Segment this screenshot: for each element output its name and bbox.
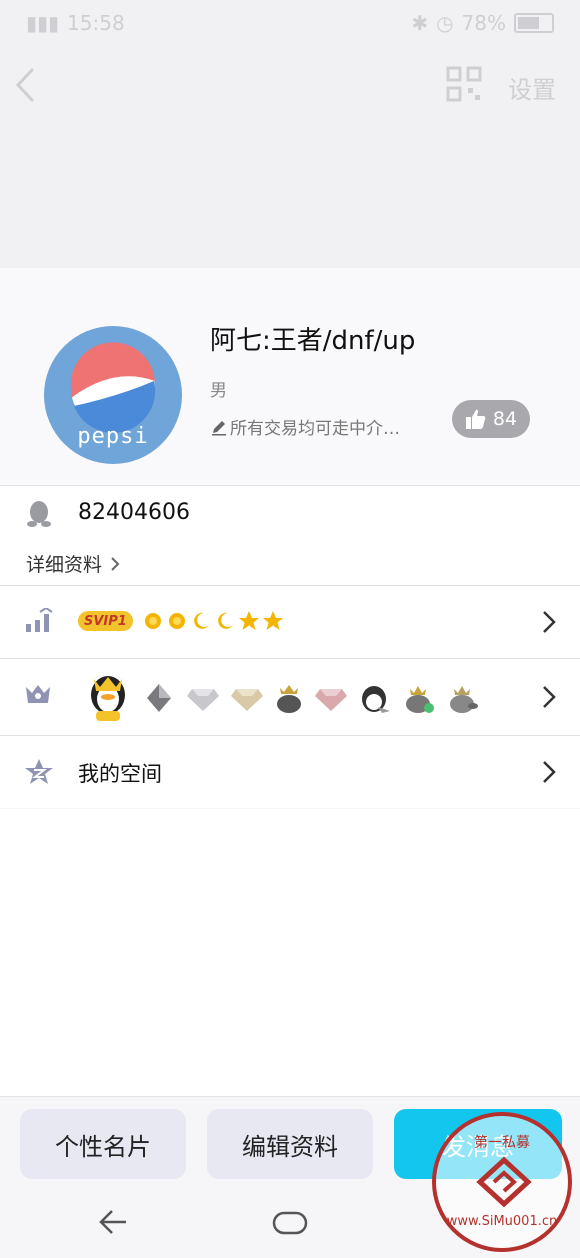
crown-icon [26, 685, 50, 703]
empty-content-area [0, 809, 580, 1096]
qq-info-section: 82404606 详细资料 [0, 486, 580, 585]
chevron-left-icon [15, 68, 34, 102]
signal-icon: ▮▮▮ [26, 11, 60, 35]
chevron-right-icon [543, 686, 556, 708]
svip-badge: SVIP1 [78, 611, 133, 631]
level-up-icon [26, 608, 53, 632]
detail-profile-link[interactable]: 详细资料 [26, 550, 120, 577]
detail-profile-label: 详细资料 [26, 554, 103, 576]
my-space-label: 我的空间 [78, 762, 162, 786]
pencil-icon [212, 420, 226, 435]
vip-level-row[interactable]: SVIP1 [0, 586, 580, 658]
sun-icon [145, 613, 161, 629]
watermark-url: www.SiMu001.cn [446, 1214, 558, 1229]
watermark-top-text: 第一私募 [474, 1135, 530, 1151]
badge-list [84, 673, 480, 723]
battery-percent: 78% [461, 11, 506, 35]
like-button[interactable]: 84 [452, 400, 530, 438]
qzone-star-icon [25, 759, 53, 784]
status-right: ✱ ◷ 78% [411, 11, 554, 35]
gender: 男 [210, 381, 227, 401]
vip-level-icons [142, 610, 284, 632]
star-icon [239, 611, 259, 630]
like-count: 84 [492, 408, 518, 430]
system-home-icon[interactable] [272, 1211, 308, 1235]
gold-diamond-icon [231, 689, 263, 711]
edit-profile-button[interactable]: 编辑资料 [207, 1109, 373, 1179]
bluetooth-icon: ✱ [411, 11, 429, 35]
moon-icon [194, 612, 209, 629]
thumbs-up-icon [465, 409, 486, 429]
pink-diamond-icon [315, 689, 347, 711]
qq-number: 82404606 [78, 500, 190, 525]
chevron-right-icon [111, 556, 120, 571]
penguin-icon [27, 501, 51, 527]
status-left: ▮▮▮ 15:58 [26, 11, 125, 35]
star-icon [263, 611, 283, 630]
diamond-icon [187, 689, 219, 711]
personal-card-button[interactable]: 个性名片 [20, 1109, 186, 1179]
nickname: 阿七:王者/dnf/up [210, 326, 416, 356]
qr-code-button[interactable] [446, 66, 482, 106]
penguin-green-icon [406, 686, 434, 713]
watermark-stamp: 第一私募 www.SiMu001.cn [432, 1112, 572, 1252]
avatar[interactable]: pepsi [44, 326, 182, 464]
chevron-right-icon [543, 761, 556, 783]
status-bar: ▮▮▮ 15:58 ✱ ◷ 78% [0, 0, 580, 46]
moon-icon [218, 612, 233, 629]
penguin-mask-icon [362, 686, 390, 713]
silver-crystal-icon [147, 684, 171, 712]
badges-row[interactable] [0, 659, 580, 735]
status-time: 15:58 [67, 11, 125, 35]
signature-text: 所有交易均可走中介… [230, 419, 400, 439]
chevron-right-icon [543, 611, 556, 633]
watermark-logo-icon [476, 1156, 532, 1208]
sun-icon [169, 613, 185, 629]
penguin-silver-icon [450, 686, 478, 713]
alarm-icon: ◷ [436, 11, 454, 35]
qr-code-icon [446, 66, 482, 102]
back-button[interactable] [12, 62, 52, 108]
penguin-crown-icon [277, 685, 301, 713]
penguin-level-badge-icon [91, 676, 125, 721]
battery-icon [514, 13, 554, 33]
avatar-text: pepsi [77, 424, 149, 449]
settings-button[interactable]: 设置 [508, 70, 556, 105]
my-space-row[interactable]: 我的空间 [0, 736, 580, 808]
system-back-icon[interactable] [98, 1209, 128, 1235]
profile-card: pepsi 阿七:王者/dnf/up 男 所有交易均可走中介… 84 [0, 268, 580, 486]
signature[interactable]: 所有交易均可走中介… [210, 414, 430, 439]
